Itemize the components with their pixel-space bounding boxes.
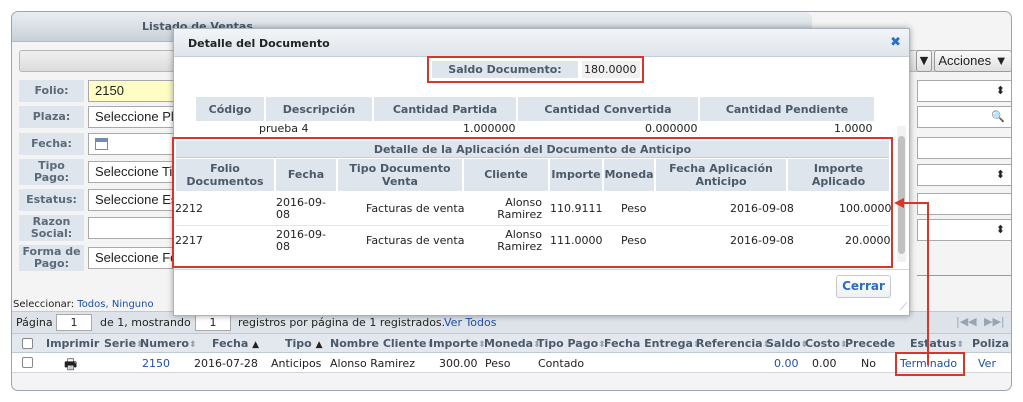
arrow-head xyxy=(894,198,904,208)
arrow-path xyxy=(901,202,929,365)
annotation-arrow xyxy=(894,198,929,365)
